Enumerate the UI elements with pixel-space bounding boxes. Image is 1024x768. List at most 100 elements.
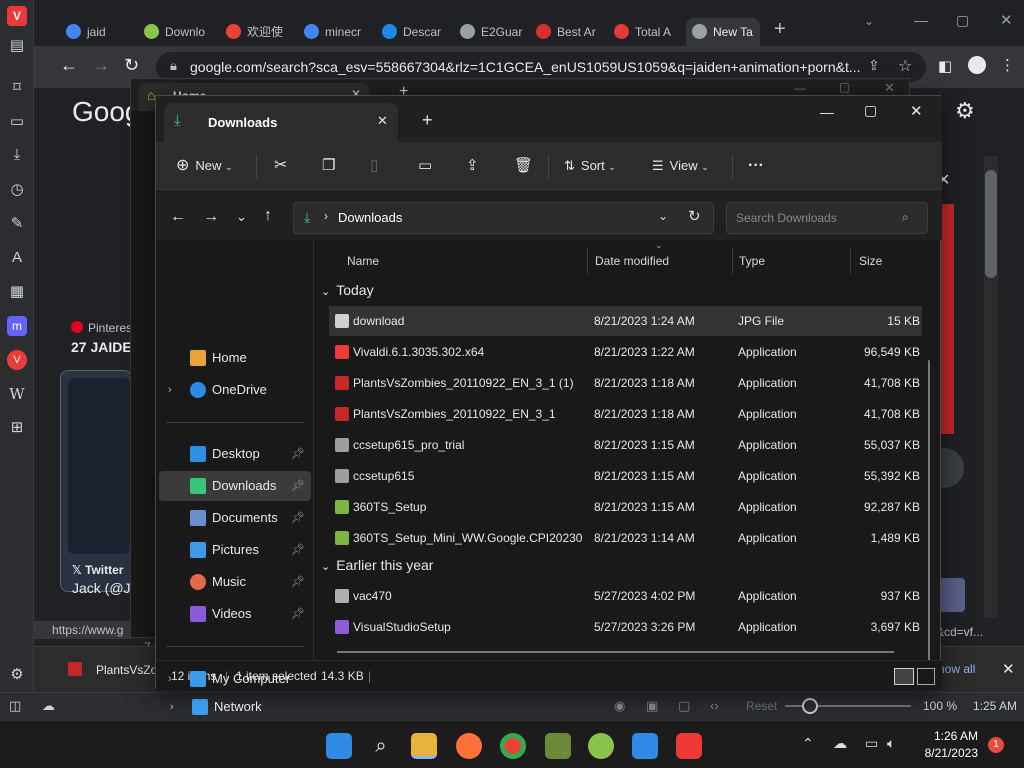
mastodon-icon[interactable]: m	[7, 316, 27, 336]
zoom-slider-thumb[interactable]	[802, 698, 818, 714]
share-icon[interactable]: ⇪	[868, 57, 880, 74]
maximize-icon[interactable]: ▢	[956, 12, 969, 29]
expand-chevron-icon[interactable]: ›	[168, 375, 172, 405]
recent-chevron-icon[interactable]: ⌄	[236, 209, 247, 225]
reload-icon[interactable]: ↻	[124, 55, 139, 76]
pinterest-title[interactable]: 27 JAIDE	[71, 339, 132, 355]
nav-network[interactable]: › Network	[158, 695, 314, 719]
new-tab-button[interactable]: +	[774, 18, 786, 41]
explorer-new-tab-icon[interactable]: +	[422, 110, 433, 131]
chrome-tab[interactable]: Descar	[376, 18, 448, 46]
profile-avatar[interactable]	[968, 56, 986, 74]
explorer-close-icon[interactable]: ✕	[910, 102, 923, 120]
group-earlier[interactable]: ⌄ Earlier this year	[321, 557, 433, 573]
details-view-button[interactable]	[894, 668, 914, 685]
up-icon[interactable]: ↑	[264, 207, 272, 225]
more-icon[interactable]: ···	[748, 152, 764, 180]
nav-documents[interactable]: Documents 📌︎	[159, 503, 311, 533]
home-close-icon[interactable]: ✕	[884, 80, 895, 96]
lock-icon[interactable]: 🔒︎	[170, 58, 177, 74]
pin-icon[interactable]: 📌︎	[291, 439, 305, 469]
nav-my-computer[interactable]: › My Computer	[159, 664, 311, 694]
start-icon[interactable]	[326, 733, 352, 759]
plants-vs-zombies-icon[interactable]	[545, 733, 571, 759]
rename-icon[interactable]: ▭	[418, 152, 432, 180]
file-row[interactable]: 360TS_Setup 8/21/2023 1:15 AM Application 9…	[329, 492, 922, 522]
file-row[interactable]: vac470 5/27/2023 4:02 PM Application 937 KB	[329, 581, 922, 611]
chrome-tab[interactable]: New Ta	[686, 18, 760, 46]
download-bar-file[interactable]: PlantsVsZo	[96, 663, 157, 677]
download-icon[interactable]: ⤓	[7, 145, 27, 165]
chrome-tab[interactable]: Downlo	[138, 18, 210, 46]
translate-icon[interactable]: A	[7, 248, 27, 268]
panel-icon[interactable]: ▤	[7, 36, 27, 56]
taskbar-date[interactable]: 8/21/2023	[918, 746, 978, 760]
wikipedia-icon[interactable]: W	[7, 384, 27, 404]
forward-icon[interactable]: →	[203, 208, 219, 226]
vivaldi-taskbar-icon[interactable]	[676, 733, 702, 759]
image-icon[interactable]: ▣	[646, 698, 658, 714]
chrome-tab[interactable]: Best Ar	[530, 18, 602, 46]
vivaldi-logo-icon[interactable]: V	[7, 6, 27, 26]
sync-icon[interactable]: ☁	[42, 698, 55, 714]
address-dropdown-icon[interactable]: ⌄	[658, 209, 668, 223]
copy-icon[interactable]: ❐	[322, 152, 335, 180]
pin-icon[interactable]: 📌︎	[291, 535, 305, 565]
column-separator[interactable]	[587, 248, 588, 274]
volume-icon[interactable]: 🔈︎	[887, 735, 895, 752]
paste-icon[interactable]: ▯	[370, 152, 378, 180]
sidepanel-icon[interactable]: ◧	[938, 57, 952, 75]
expand-chevron-icon[interactable]: ›	[170, 695, 174, 719]
column-header-size[interactable]: Size	[859, 254, 882, 268]
nav-onedrive[interactable]: › OneDrive	[159, 375, 311, 405]
add-panel-icon[interactable]: ⊞	[7, 418, 27, 438]
pin-icon[interactable]: 📌︎	[291, 471, 305, 501]
nav-music[interactable]: Music 📌︎	[159, 567, 311, 597]
notes-icon[interactable]: ✎	[7, 214, 27, 234]
file-row[interactable]: 360TS_Setup_Mini_WW.Google.CPI20230... 8/…	[329, 523, 922, 553]
horizontal-scrollbar[interactable]	[337, 651, 894, 653]
group-collapse-icon[interactable]: ⌄	[321, 286, 330, 298]
cut-icon[interactable]: ✂	[274, 152, 287, 180]
file-row[interactable]: VisualStudioSetup 5/27/2023 3:26 PM Applic…	[329, 612, 922, 642]
explorer-maximize-icon[interactable]: ▢	[864, 102, 877, 119]
chrome-icon[interactable]	[500, 733, 526, 759]
column-separator[interactable]	[850, 248, 851, 274]
settings-icon[interactable]: ⚙	[7, 665, 27, 685]
column-header-type[interactable]: Type	[739, 254, 765, 268]
explorer-tab-close-icon[interactable]: ✕	[377, 113, 388, 129]
nav-pictures[interactable]: Pictures 📌︎	[159, 535, 311, 565]
show-all-link[interactable]: how all	[938, 662, 975, 676]
back-icon[interactable]: ←	[60, 55, 78, 76]
scrollbar-thumb[interactable]	[985, 170, 997, 278]
new-button[interactable]: ⊕ New ⌄	[176, 152, 233, 180]
breadcrumb-downloads[interactable]: Downloads	[338, 210, 402, 225]
file-row[interactable]: download 8/21/2023 1:24 AM JPG File 15 KB	[329, 306, 922, 336]
menu-icon[interactable]: ⋮	[1000, 56, 1015, 74]
forward-icon[interactable]: →	[92, 55, 110, 76]
cloud-offline-icon[interactable]: ☁	[833, 735, 847, 752]
star-icon[interactable]: ☆	[898, 56, 912, 76]
file-row[interactable]: ccsetup615 8/21/2023 1:15 AM Application 55…	[329, 461, 922, 491]
expand-chevron-icon[interactable]: ›	[168, 664, 172, 694]
chrome-tab[interactable]: jaid	[60, 18, 132, 46]
explorer-minimize-icon[interactable]: —	[820, 104, 834, 120]
share-icon[interactable]: ⇪	[466, 152, 479, 180]
refresh-icon[interactable]: ↻	[688, 207, 701, 225]
view-button[interactable]: ☰ View ⌄	[652, 152, 709, 180]
chrome-tab[interactable]: minecr	[298, 18, 370, 46]
history-icon[interactable]: ◷	[7, 180, 27, 200]
file-row[interactable]: PlantsVsZombies_20110922_EN_3_1 (1) 8/21/…	[329, 368, 922, 398]
nav-desktop[interactable]: Desktop 📌︎	[159, 439, 311, 469]
file-row[interactable]: ccsetup615_pro_trial 8/21/2023 1:15 AM App…	[329, 430, 922, 460]
search-icon[interactable]: ⌕	[368, 733, 394, 759]
file-row[interactable]: PlantsVsZombies_20110922_EN_3_1 8/21/2023…	[329, 399, 922, 429]
zoom-level[interactable]: 100 %	[923, 699, 957, 713]
column-header-date[interactable]: Date modified	[595, 254, 669, 268]
network-tray-icon[interactable]: ▭	[865, 735, 878, 752]
firefox-icon[interactable]	[456, 733, 482, 759]
vivaldi-icon[interactable]: V	[7, 350, 27, 370]
nav-videos[interactable]: Videos 📌︎	[159, 599, 311, 629]
minimize-icon[interactable]: —	[914, 12, 928, 28]
twitter-title[interactable]: Jack (@J	[72, 580, 131, 596]
